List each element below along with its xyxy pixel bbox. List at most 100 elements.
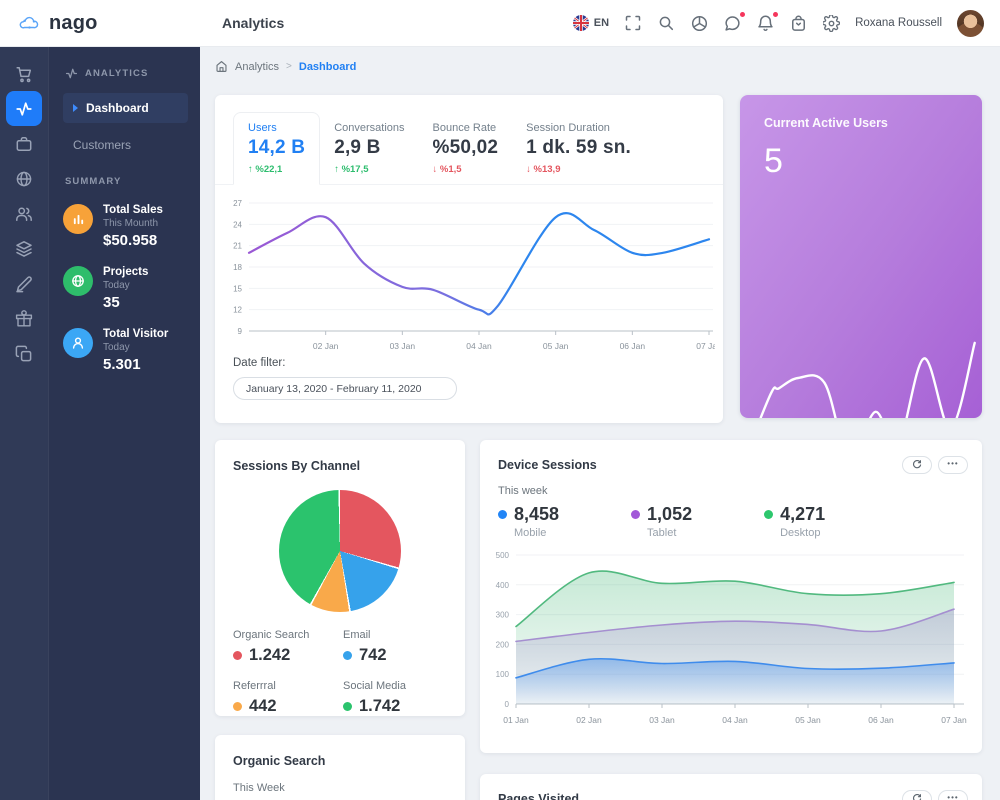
summary-title: Total Visitor [103, 328, 169, 340]
date-filter-input[interactable] [233, 377, 457, 400]
active-users-sparkline [759, 341, 976, 418]
refresh-button[interactable] [902, 456, 932, 474]
summary-total-sales: Total Sales This Mounth $50.958 [63, 204, 188, 249]
users-icon [16, 206, 32, 221]
legend-dot [343, 651, 352, 660]
y-tick-label: 9 [238, 327, 243, 336]
device-stat-mobile: 8,458 Mobile [498, 504, 559, 539]
brand-logo-icon [19, 16, 39, 29]
stat-label: Mobile [514, 527, 547, 539]
traffic-card: Users 14,2 B ↑ %22,1 Conversations 2,9 B… [215, 95, 723, 423]
legend-value: 442 [249, 697, 277, 715]
rail-item-users[interactable] [6, 196, 42, 231]
sessions-pie-chart [279, 490, 401, 612]
sidebar-item-label: Dashboard [86, 101, 149, 115]
stat-label: Conversations [334, 122, 405, 134]
sidebar-panel: ANALYTICS Dashboard Customers SUMMARY To… [48, 47, 200, 800]
stat-tab-bounce-rate[interactable]: Bounce Rate %50,02 ↓ %1,5 [419, 113, 513, 184]
rail-item-pages[interactable] [6, 336, 42, 371]
rail-item-edit[interactable] [6, 266, 42, 301]
device-card-header: Device Sessions ••• [480, 440, 982, 474]
summary-subtitle: Today [103, 342, 130, 353]
sidebar-item-dashboard[interactable]: Dashboard [63, 93, 188, 123]
stat-value: 1,052 [647, 504, 693, 524]
globe-icon [16, 171, 32, 186]
legend-value: 1.742 [359, 697, 401, 715]
date-filter-label: Date filter: [233, 357, 286, 369]
y-tick-label: 200 [496, 640, 510, 649]
rail-item-web[interactable] [6, 161, 42, 196]
messages-button[interactable] [723, 12, 746, 32]
caret-right-icon [73, 104, 78, 112]
summary-value: 35 [103, 294, 120, 311]
brand[interactable]: nago [0, 0, 200, 46]
top-right-actions: EN Roxana Roussell [572, 9, 1000, 37]
language-selector[interactable]: EN [572, 15, 610, 31]
stat-label: Desktop [780, 527, 821, 539]
home-icon[interactable] [215, 60, 228, 73]
breadcrumb-dashboard[interactable]: Dashboard [299, 61, 356, 73]
pages-card-header: Pages Visited ••• [480, 774, 982, 800]
stat-delta: ↓ %1,5 [432, 164, 462, 175]
y-tick-label: 12 [233, 306, 242, 315]
x-tick-label: 06 Jan [620, 341, 646, 351]
organic-period: This Week [233, 782, 285, 794]
rail-item-layers[interactable] [6, 231, 42, 266]
more-options-button[interactable]: ••• [938, 790, 968, 800]
rail-item-business[interactable] [6, 126, 42, 161]
x-tick-label: 07 Jan [941, 715, 967, 725]
stat-tab-session-duration[interactable]: Session Duration 1 dk. 59 sn. ↓ %13,9 [512, 113, 645, 184]
briefcase-icon [16, 136, 32, 151]
legend-value: 742 [359, 646, 387, 664]
search-button[interactable] [657, 14, 675, 32]
cart-icon [16, 66, 32, 82]
brand-name: nago [49, 11, 98, 34]
stat-label: Tablet [647, 527, 677, 539]
rail-item-analytics[interactable] [6, 91, 42, 126]
y-tick-label: 0 [505, 700, 510, 709]
stat-value: 2,9 B [334, 137, 381, 158]
notifications-button[interactable] [756, 12, 779, 32]
more-options-button[interactable]: ••• [938, 456, 968, 474]
device-area-chart: 0 100 200 300 400 500 01 Jan 02 Jan 03 Jan 04 Jan… [496, 551, 967, 725]
section-summary-label: SUMMARY [65, 176, 122, 187]
stat-delta: ↓ %13,9 [526, 164, 561, 175]
x-tick-label: 01 Jan [503, 715, 529, 725]
sidebar-item-customers[interactable]: Customers [73, 138, 188, 152]
legend-item-organic-search: Organic Search 1.242 [233, 629, 343, 665]
pulse-icon [65, 68, 78, 79]
sessions-title: Sessions By Channel [233, 459, 361, 473]
legend-dot [343, 702, 352, 711]
summary-total-visitor: Total Visitor Today 5.301 [63, 328, 188, 373]
stat-tab-users[interactable]: Users 14,2 B ↑ %22,1 [233, 112, 321, 185]
breadcrumb-analytics[interactable]: Analytics [235, 61, 279, 73]
stat-tab-conversations[interactable]: Conversations 2,9 B ↑ %17,5 [320, 113, 418, 184]
stat-label: Users [248, 122, 277, 134]
top-bar: nago Analytics EN Roxana Roussell [0, 0, 1000, 47]
apps-sphere-button[interactable] [690, 14, 708, 32]
language-label: EN [593, 17, 610, 29]
sparkline [759, 341, 976, 418]
device-stats: 8,458 Mobile 1,052 Tablet 4,271 Desktop [480, 497, 982, 539]
sessions-legend: Organic Search 1.242 Email 742 Referrral… [215, 612, 465, 716]
settings-button[interactable] [822, 14, 840, 32]
user-name[interactable]: Roxana Roussell [855, 17, 942, 29]
y-tick-label: 18 [233, 263, 242, 272]
fullscreen-button[interactable] [624, 14, 642, 32]
x-tick-label: 02 Jan [576, 715, 602, 725]
shopping-bag-icon [791, 15, 805, 31]
stat-label: Bounce Rate [432, 122, 497, 134]
gear-icon [822, 14, 840, 32]
gift-icon [15, 309, 33, 327]
refresh-button[interactable] [902, 790, 932, 800]
stat-delta: ↑ %17,5 [334, 164, 369, 175]
stat-value: 14,2 B [248, 137, 306, 158]
y-tick-label: 15 [233, 284, 242, 293]
active-users-value: 5 [764, 142, 783, 180]
rail-item-shop[interactable] [6, 56, 42, 91]
orders-bag-button[interactable] [789, 14, 807, 32]
user-avatar[interactable] [957, 9, 984, 37]
analytics-dashboard: nago Analytics EN Roxana Roussell ANALYT… [0, 0, 1000, 800]
rail-item-rewards[interactable] [6, 301, 42, 336]
summary-subtitle: Today [103, 280, 130, 291]
